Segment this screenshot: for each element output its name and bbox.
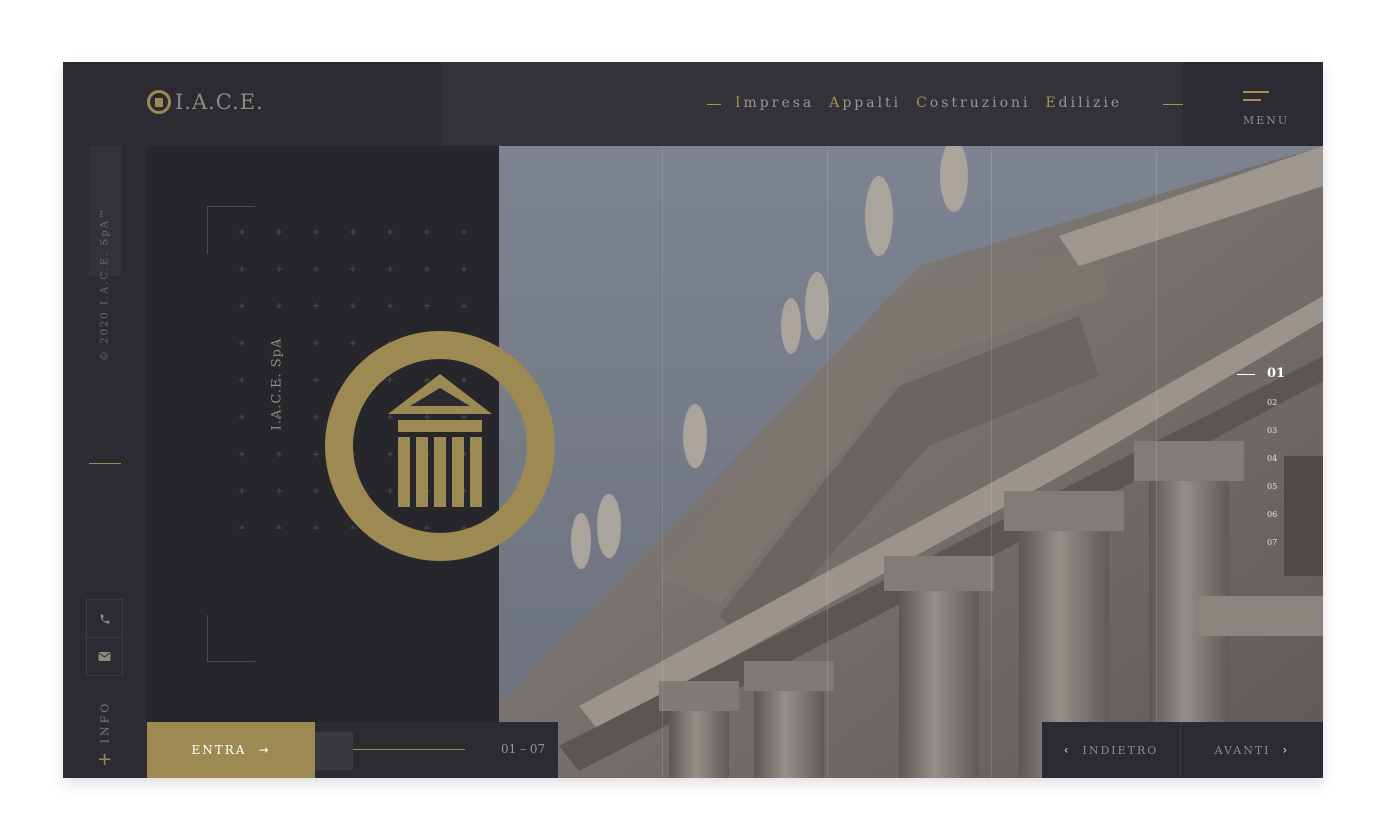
- hamburger-icon: [1243, 91, 1269, 93]
- corner-bracket-bottom: [207, 615, 255, 662]
- hero-image: [499, 146, 1323, 778]
- slide-item-06[interactable]: 06: [1267, 510, 1277, 519]
- next-button[interactable]: AVANTI ›: [1181, 722, 1323, 778]
- mail-icon: [98, 652, 111, 661]
- slide-progress: 01 – 07: [315, 722, 558, 778]
- brand-logo[interactable]: I.A.C.E.: [147, 90, 264, 114]
- hamburger-icon-line: [1243, 99, 1261, 101]
- slide-item-02[interactable]: 02: [1267, 398, 1277, 407]
- arrow-right-icon: →: [258, 743, 271, 757]
- grid-line: [827, 146, 828, 778]
- header-bar: Impresa Appalti Costruzioni Edilizie: [441, 62, 1201, 146]
- enter-label: ENTRA: [191, 743, 247, 757]
- logo-text: I.A.C.E.: [175, 90, 264, 114]
- next-label: AVANTI: [1214, 743, 1271, 757]
- prev-button[interactable]: ‹ INDIETRO: [1042, 722, 1181, 778]
- phone-button[interactable]: [87, 600, 122, 637]
- logo-area: I.A.C.E.: [63, 62, 441, 146]
- mail-button[interactable]: [87, 638, 122, 675]
- slide-active-indicator: [1237, 374, 1255, 375]
- info-label[interactable]: INFO: [99, 701, 112, 744]
- slide-counter: 01 – 07: [501, 742, 546, 756]
- sidebar-divider: [89, 463, 121, 464]
- page-frame: I.A.C.E. Impresa Appalti Costruzioni Edi…: [63, 62, 1323, 778]
- grid-line: [1156, 146, 1157, 778]
- menu-label: MENU: [1243, 114, 1290, 127]
- panel-title: I.A.C.E. SpA: [269, 337, 285, 431]
- contact-buttons: [86, 599, 123, 676]
- slide-item-05[interactable]: 05: [1267, 482, 1277, 491]
- slide-item-04[interactable]: 04: [1267, 454, 1277, 463]
- slide-item-03[interactable]: 03: [1267, 426, 1277, 435]
- phone-icon: [100, 614, 109, 623]
- chevron-right-icon: ›: [1282, 743, 1290, 757]
- basilica-facade-image: [499, 146, 1323, 778]
- progress-line: [353, 749, 465, 750]
- tagline-dash-left: [707, 104, 721, 105]
- enter-button[interactable]: ENTRA →: [147, 722, 315, 778]
- info-plus-icon[interactable]: +: [97, 751, 112, 769]
- grid-line: [991, 146, 992, 778]
- menu-button[interactable]: MENU: [1183, 62, 1323, 146]
- temple-emblem-icon: [325, 331, 555, 561]
- slide-item-01[interactable]: 01: [1267, 366, 1285, 381]
- slide-item-07[interactable]: 07: [1267, 538, 1277, 547]
- chevron-left-icon: ‹: [1063, 743, 1071, 757]
- prev-label: INDIETRO: [1082, 743, 1159, 757]
- logo-emblem-icon: [147, 90, 171, 114]
- tagline: Impresa Appalti Costruzioni Edilizie: [735, 95, 1123, 111]
- progress-marker: [315, 732, 353, 770]
- grid-line: [662, 146, 663, 778]
- copyright-text: © 2020 I.A.C.E. SpA™: [99, 207, 111, 361]
